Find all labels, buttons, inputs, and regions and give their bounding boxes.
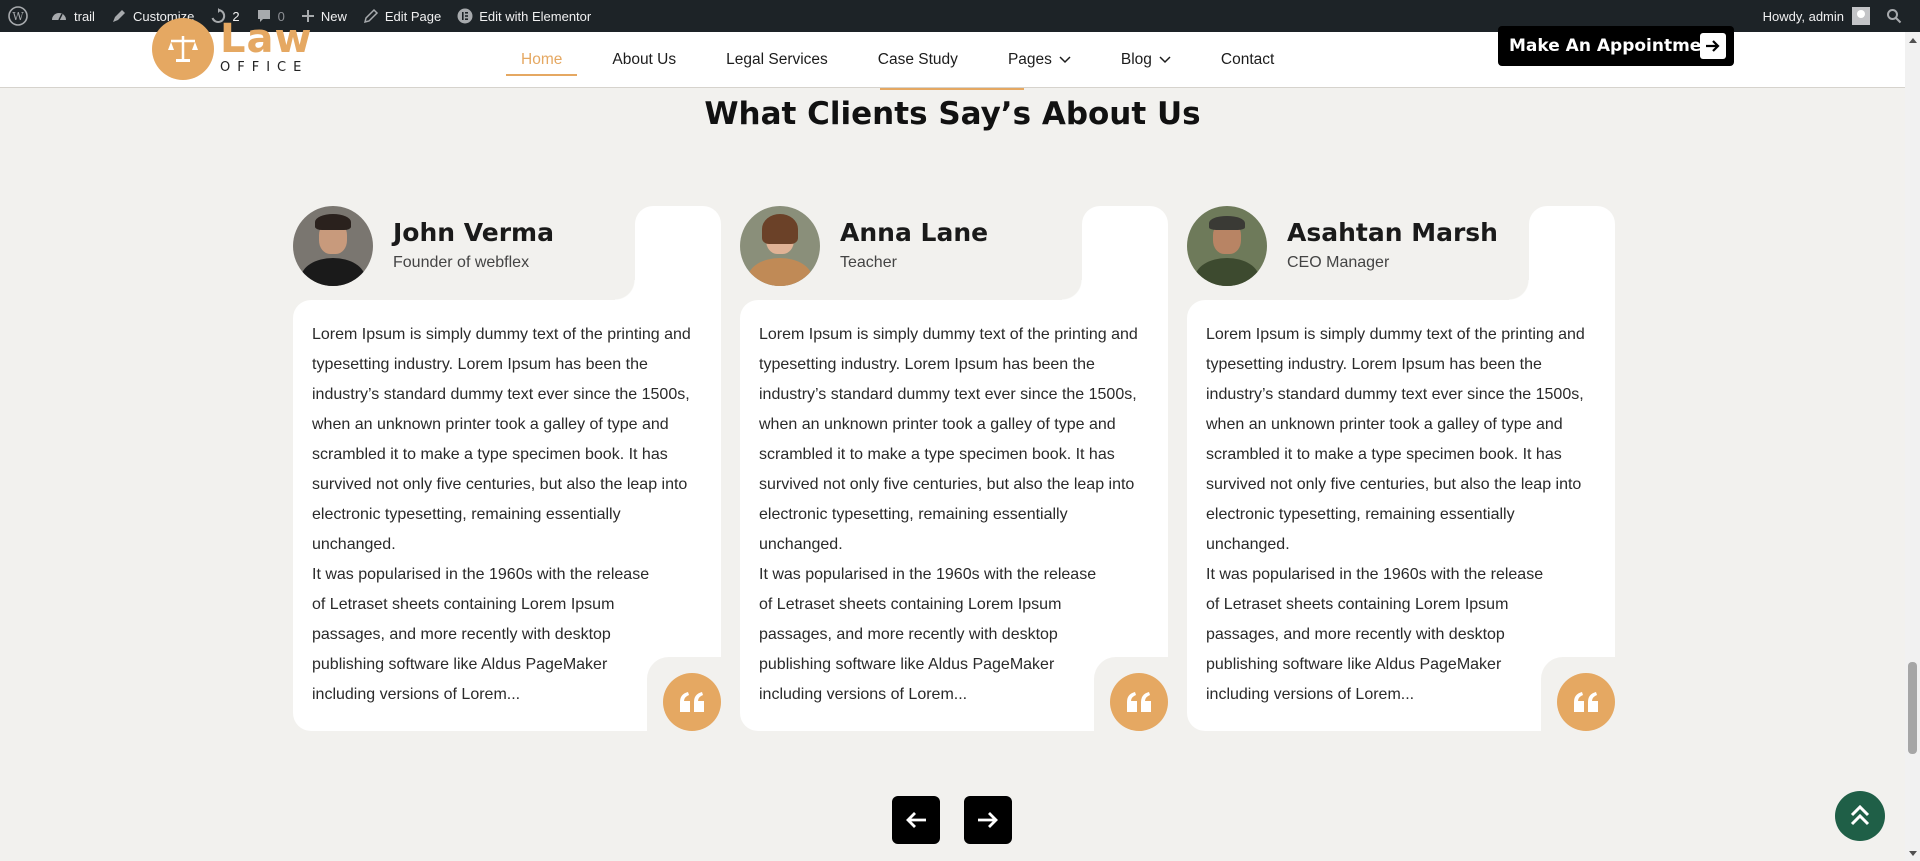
testimonial-text-more: It was popularised in the 1960s with the… — [312, 566, 650, 703]
nav-legal-label: Legal Services — [726, 50, 828, 68]
dashboard-icon — [52, 13, 66, 21]
nav-case-study[interactable]: Case Study — [863, 32, 973, 87]
section-accent-line — [880, 88, 1024, 90]
card-body: Lorem Ipsum is simply dummy text of the … — [740, 300, 1168, 731]
nav-case-label: Case Study — [877, 50, 958, 68]
wordpress-menu[interactable]: W — [0, 0, 42, 32]
chevron-down-icon — [1059, 55, 1071, 63]
nav-pages-label: Pages — [1007, 50, 1052, 68]
nav-about-us[interactable]: About Us — [597, 32, 691, 87]
person-name: John Verma — [393, 218, 554, 247]
quote-icon — [1557, 673, 1615, 731]
person-role: CEO Manager — [1287, 254, 1390, 271]
scroll-up-arrow[interactable] — [1905, 32, 1920, 47]
person-name: Asahtan Marsh — [1287, 218, 1498, 247]
testimonial-text: Lorem Ipsum is simply dummy text of the … — [1206, 326, 1585, 553]
edit-page-link[interactable]: Edit Page — [355, 0, 449, 32]
logo-word: Law — [220, 15, 313, 62]
card-tab — [1509, 206, 1615, 300]
elementor-link[interactable]: Edit with Elementor — [449, 0, 599, 32]
edit-icon — [363, 8, 378, 24]
testimonial-text-more: It was popularised in the 1960s with the… — [1206, 566, 1544, 703]
nav-pages[interactable]: Pages — [993, 32, 1086, 87]
nav-home[interactable]: Home — [506, 32, 578, 87]
nav-legal-services[interactable]: Legal Services — [711, 32, 843, 87]
card-tab — [1062, 206, 1168, 300]
testimonial-card: John Verma Founder of webflex Lorem Ipsu… — [293, 206, 721, 731]
arrow-left-icon — [906, 812, 926, 828]
arrow-right-icon — [978, 812, 998, 828]
logo-badge — [152, 18, 214, 80]
edit-page-label: Edit Page — [384, 8, 442, 24]
logo-text: Law OFFICE — [220, 19, 312, 75]
page-scrollbar[interactable] — [1905, 32, 1920, 861]
card-body: Lorem Ipsum is simply dummy text of the … — [1187, 300, 1615, 731]
appointment-label: Make An Appointment — [1509, 36, 1722, 56]
card-header: Anna Lane Teacher — [740, 206, 1082, 300]
elementor-icon — [457, 8, 473, 24]
testimonial-text-more: It was popularised in the 1960s with the… — [759, 566, 1097, 703]
avatar — [1187, 206, 1267, 286]
scroll-down-arrow[interactable] — [1905, 846, 1920, 861]
testimonials-title: What Clients Say’s About Us — [704, 96, 1201, 132]
nav-home-label: Home — [521, 50, 563, 68]
slider-prev-button[interactable] — [892, 796, 940, 844]
avatar — [293, 206, 373, 286]
wordpress-icon: W — [8, 6, 28, 26]
admin-avatar — [1852, 7, 1870, 25]
nav-blog-label: Blog — [1120, 50, 1152, 68]
avatar — [740, 206, 820, 286]
scroll-thumb[interactable] — [1908, 662, 1917, 754]
nav-about-label: About Us — [612, 50, 677, 68]
testimonial-card: Asahtan Marsh CEO Manager Lorem Ipsum is… — [1187, 206, 1615, 731]
howdy-label: Howdy, admin — [1762, 8, 1844, 24]
scales-icon — [168, 36, 198, 62]
testimonial-text: Lorem Ipsum is simply dummy text of the … — [759, 326, 1138, 553]
slider-next-button[interactable] — [964, 796, 1012, 844]
pencil-icon — [112, 10, 125, 22]
main-nav: Home About Us Legal Services Case Study … — [506, 32, 1309, 87]
card-tab — [615, 206, 721, 300]
nav-blog[interactable]: Blog — [1106, 32, 1186, 87]
person-role: Teacher — [840, 254, 897, 271]
nav-contact-label: Contact — [1220, 50, 1275, 68]
person-role: Founder of webflex — [393, 254, 530, 271]
nav-contact[interactable]: Contact — [1206, 32, 1289, 87]
elementor-label: Edit with Elementor — [479, 8, 592, 24]
quote-icon — [663, 673, 721, 731]
site-header: Law OFFICE Home About Us Legal Services … — [0, 18, 1905, 88]
arrow-right-icon — [1700, 33, 1726, 59]
svg-text:W: W — [12, 10, 24, 23]
admin-search[interactable] — [1878, 0, 1920, 32]
site-name-link[interactable]: trail — [42, 0, 103, 32]
card-header: Asahtan Marsh CEO Manager — [1187, 206, 1529, 300]
person-name: Anna Lane — [840, 218, 989, 247]
card-header: John Verma Founder of webflex — [293, 206, 635, 300]
back-to-top-button[interactable] — [1835, 791, 1885, 841]
chevron-down-icon — [1159, 55, 1171, 63]
quote-icon — [1110, 673, 1168, 731]
search-icon — [1887, 9, 1902, 24]
testimonial-text: Lorem Ipsum is simply dummy text of the … — [312, 326, 691, 553]
new-label: New — [320, 8, 347, 24]
site-logo[interactable]: Law OFFICE — [152, 18, 312, 80]
card-body: Lorem Ipsum is simply dummy text of the … — [293, 300, 721, 731]
make-appointment-button[interactable]: Make An Appointment — [1498, 26, 1734, 66]
site-name: trail — [74, 8, 95, 24]
testimonial-card: Anna Lane Teacher Lorem Ipsum is simply … — [740, 206, 1168, 731]
logo-subtitle: OFFICE — [220, 59, 309, 75]
my-account-link[interactable]: Howdy, admin — [1755, 0, 1878, 32]
double-chevron-up-icon — [1850, 805, 1870, 826]
